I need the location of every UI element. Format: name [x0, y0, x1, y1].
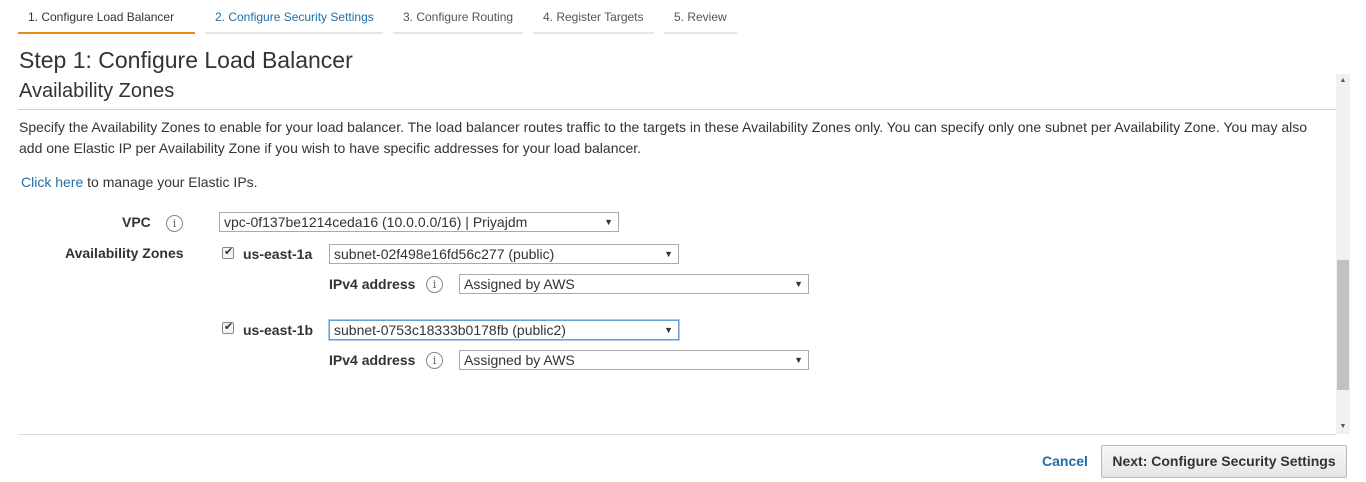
elastic-ip-note-text: to manage your Elastic IPs. — [83, 174, 258, 190]
section-title: Availability Zones — [19, 80, 175, 102]
zone-us-east-1b-ipv4-info-icon[interactable]: i — [426, 352, 443, 369]
footer-divider — [18, 434, 1336, 435]
tab-configure-routing[interactable]: 3. Configure Routing — [393, 0, 523, 34]
zone-us-east-1a-subnet-value: subnet-02f498e16fd56c277 (public) — [334, 246, 555, 262]
vpc-info-icon[interactable]: i — [166, 215, 183, 232]
tab-configure-security-settings[interactable]: 2. Configure Security Settings — [205, 0, 383, 34]
zone-us-east-1b-ipv4-label: IPv4 address — [329, 352, 416, 368]
zone-us-east-1b-ipv4-select[interactable]: Assigned by AWS ▼ — [459, 350, 809, 370]
vpc-label: VPC — [122, 214, 151, 230]
elastic-ip-note: Click here to manage your Elastic IPs. — [21, 174, 258, 190]
zone-us-east-1b-label: us-east-1b — [243, 322, 314, 338]
wizard-tabs: 1. Configure Load Balancer 2. Configure … — [18, 0, 747, 34]
chevron-down-icon: ▼ — [664, 325, 673, 335]
tab-configure-load-balancer[interactable]: 1. Configure Load Balancer — [18, 0, 195, 34]
zone-us-east-1b-subnet-select[interactable]: subnet-0753c18333b0178fb (public2) ▼ — [329, 320, 679, 340]
zone-us-east-1a-ipv4-info-icon[interactable]: i — [426, 276, 443, 293]
next-configure-security-settings-button[interactable]: Next: Configure Security Settings — [1101, 445, 1347, 478]
manage-elastic-ips-link[interactable]: Click here — [21, 174, 83, 190]
zone-us-east-1b-checkbox[interactable] — [222, 320, 234, 334]
section-divider — [18, 109, 1336, 110]
page-title: Step 1: Configure Load Balancer — [19, 47, 353, 73]
zone-us-east-1a-ipv4-value: Assigned by AWS — [464, 276, 575, 292]
chevron-down-icon: ▼ — [794, 355, 803, 365]
vertical-scrollbar[interactable]: ▲ ▼ — [1336, 74, 1350, 434]
scroll-up-arrow-icon[interactable]: ▲ — [1336, 74, 1350, 88]
zone-us-east-1b-ipv4-value: Assigned by AWS — [464, 352, 575, 368]
vpc-select-value: vpc-0f137be1214ceda16 (10.0.0.0/16) | Pr… — [224, 214, 528, 230]
cancel-link[interactable]: Cancel — [1042, 453, 1088, 469]
section-description: Specify the Availability Zones to enable… — [19, 119, 1308, 156]
chevron-down-icon: ▼ — [794, 279, 803, 289]
scrollbar-thumb[interactable] — [1337, 260, 1349, 390]
scroll-down-arrow-icon[interactable]: ▼ — [1336, 420, 1350, 434]
zone-us-east-1a-subnet-select[interactable]: subnet-02f498e16fd56c277 (public) ▼ — [329, 244, 679, 264]
zone-us-east-1a-checkbox[interactable] — [222, 245, 234, 259]
chevron-down-icon: ▼ — [604, 217, 613, 227]
zone-us-east-1a-ipv4-select[interactable]: Assigned by AWS ▼ — [459, 274, 809, 294]
tab-register-targets[interactable]: 4. Register Targets — [533, 0, 654, 34]
availability-zones-label: Availability Zones — [65, 245, 184, 261]
chevron-down-icon: ▼ — [664, 249, 673, 259]
zone-us-east-1a-label: us-east-1a — [243, 246, 313, 262]
tab-review[interactable]: 5. Review — [664, 0, 737, 34]
vpc-select[interactable]: vpc-0f137be1214ceda16 (10.0.0.0/16) | Pr… — [219, 212, 619, 232]
zone-us-east-1b-subnet-value: subnet-0753c18333b0178fb (public2) — [334, 322, 566, 338]
zone-us-east-1a-ipv4-label: IPv4 address — [329, 276, 416, 292]
